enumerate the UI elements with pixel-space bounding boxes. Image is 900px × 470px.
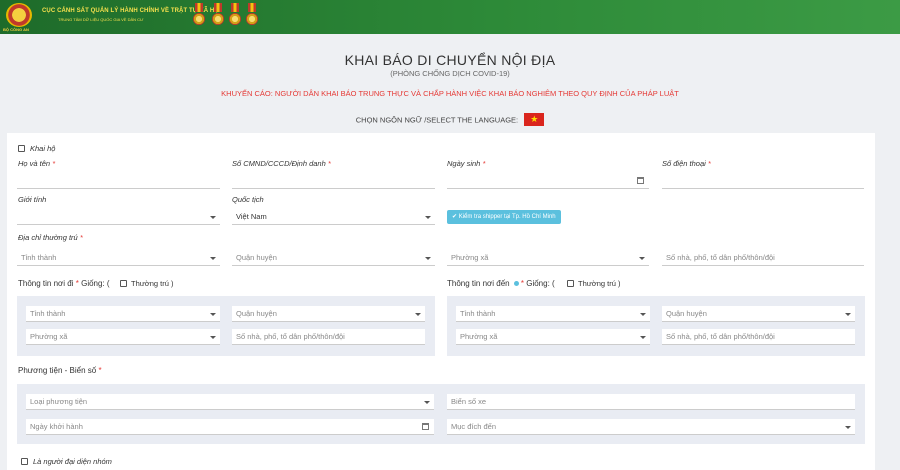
- noi-di-phuong-select[interactable]: Phường xã: [26, 329, 220, 345]
- ngay-sinh-input[interactable]: [447, 173, 649, 189]
- medal-icon: [193, 3, 205, 29]
- noi-den-thuong-tru-checkbox[interactable]: [567, 280, 574, 287]
- noi-di-so-nha-input[interactable]: Số nhà, phố, tổ dân phố/thôn/đội: [232, 329, 425, 345]
- muc-dich-select[interactable]: Mục đích đến: [447, 419, 855, 435]
- noi-den-panel: Tỉnh thành Quận huyện Phường xã Số nhà, …: [447, 296, 865, 356]
- noi-di-tinh-select[interactable]: Tỉnh thành: [26, 306, 220, 322]
- khai-ho-checkbox[interactable]: [18, 145, 25, 152]
- noi-di-thuong-tru-checkbox[interactable]: [120, 280, 127, 287]
- site-header: BỘ CÔNG AN CỤC CẢNH SÁT QUẢN LÝ HÀNH CHÍ…: [0, 0, 900, 34]
- ngay-sinh-label: Ngày sinh *: [447, 159, 486, 168]
- dia-chi-label: Địa chỉ thường trú *: [18, 233, 83, 242]
- page-subtitle: (PHÒNG CHỐNG DỊCH COVID-19): [390, 69, 510, 78]
- noi-den-tinh-select[interactable]: Tỉnh thành: [456, 306, 650, 322]
- page-title: KHAI BÁO DI CHUYỂN NỘI ĐỊA: [344, 52, 556, 68]
- phone-input[interactable]: [662, 173, 864, 189]
- noi-di-thuong-tru-label: Thường trú ): [131, 279, 174, 288]
- khai-ho-label: Khai hộ: [30, 144, 56, 153]
- phone-label: Số điện thoại *: [662, 159, 711, 168]
- medal-icon: [212, 3, 224, 29]
- vietnam-flag-icon[interactable]: ★: [524, 113, 545, 126]
- cmnd-input[interactable]: [232, 173, 435, 189]
- ho-ten-input[interactable]: [17, 173, 220, 189]
- ngay-khoi-hanh-input[interactable]: Ngày khởi hành: [26, 419, 434, 435]
- phuong-tien-panel: Loại phương tiện Biển số xe Ngày khởi hà…: [17, 384, 865, 444]
- dai-dien-checkbox[interactable]: [21, 458, 28, 465]
- so-nha-input[interactable]: Số nhà, phố, tổ dân phố/thôn/đội: [662, 250, 864, 266]
- gioi-tinh-select[interactable]: [17, 209, 220, 225]
- loai-phuong-tien-select[interactable]: Loại phương tiện: [26, 394, 434, 410]
- warning-text: KHUYẾN CÁO: NGƯỜI DÂN KHAI BÁO TRUNG THỰ…: [221, 89, 679, 98]
- emblem-label: BỘ CÔNG AN: [3, 27, 29, 32]
- cmnd-label: Số CMND/CCCD/Định danh *: [232, 159, 331, 168]
- quoc-tich-select[interactable]: Việt Nam: [232, 209, 435, 225]
- quoc-tich-label: Quốc tịch: [232, 195, 264, 204]
- noi-den-heading: Thông tin nơi đến * Giống: (: [447, 279, 555, 288]
- header-subtitle: TRUNG TÂM DỮ LIỆU QUỐC GIA VỀ DÂN CƯ: [58, 17, 144, 22]
- phuong-tien-heading: Phương tiện - Biển số *: [18, 366, 102, 375]
- dai-dien-label: Là người đại diện nhóm: [33, 457, 112, 466]
- ho-ten-label: Họ và tên *: [18, 159, 56, 168]
- noi-di-heading: Thông tin nơi đi * Giống: (: [18, 279, 110, 288]
- medal-icon: [229, 3, 241, 29]
- check-shipper-button[interactable]: ✔ Kiểm tra shipper tại Tp. Hồ Chí Minh: [447, 210, 561, 224]
- noi-di-panel: Tỉnh thành Quận huyện Phường xã Số nhà, …: [17, 296, 435, 356]
- language-selector: CHỌN NGÔN NGỮ /SELECT THE LANGUAGE: ★: [0, 113, 900, 127]
- language-label: CHỌN NGÔN NGỮ /SELECT THE LANGUAGE:: [355, 115, 519, 125]
- noi-den-so-nha-input[interactable]: Số nhà, phố, tổ dân phố/thôn/đội: [662, 329, 855, 345]
- noi-den-thuong-tru-label: Thường trú ): [578, 279, 621, 288]
- noi-di-quan-select[interactable]: Quận huyện: [232, 306, 425, 322]
- phuong-xa-select[interactable]: Phường xã: [447, 250, 649, 266]
- medal-icon: [246, 3, 258, 29]
- calendar-icon[interactable]: [637, 177, 644, 184]
- gioi-tinh-label: Giới tính: [18, 195, 47, 204]
- police-emblem-icon: [6, 3, 32, 27]
- declaration-form: Khai hộ Họ và tên * Số CMND/CCCD/Định da…: [7, 133, 875, 470]
- noi-den-quan-select[interactable]: Quận huyện: [662, 306, 855, 322]
- bien-so-input[interactable]: Biển số xe: [447, 394, 855, 410]
- info-dot-icon: [513, 281, 519, 287]
- noi-den-phuong-select[interactable]: Phường xã: [456, 329, 650, 345]
- tinh-thanh-select[interactable]: Tỉnh thành: [17, 250, 220, 266]
- quan-huyen-select[interactable]: Quận huyện: [232, 250, 435, 266]
- calendar-icon[interactable]: [422, 423, 429, 430]
